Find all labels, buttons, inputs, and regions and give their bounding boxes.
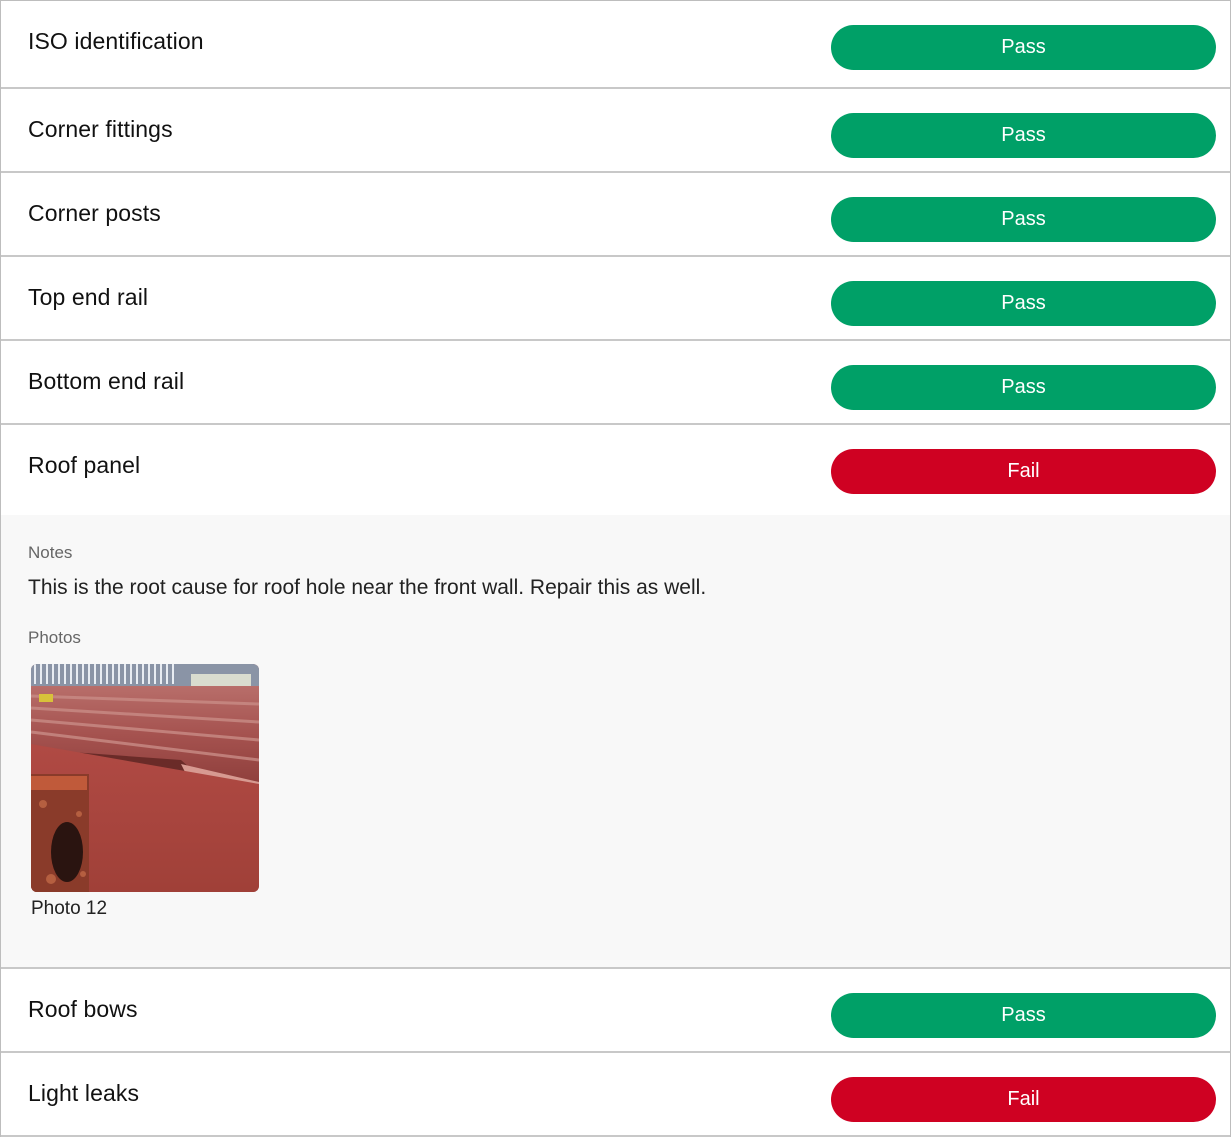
checklist-row-corner-fittings: Corner fittings Pass (1, 89, 1230, 173)
photo-caption: Photo 12 (31, 898, 108, 919)
item-label: Roof bows (28, 996, 138, 1022)
checklist-row-light-leaks: Light leaks Fail (1, 1053, 1230, 1137)
pass-status-button[interactable]: Pass (831, 365, 1216, 410)
roof-panel-header: Roof panel Fail (1, 425, 1230, 515)
pass-status-button[interactable]: Pass (831, 281, 1216, 326)
container-roof-photo-image (31, 664, 259, 892)
checklist-row-roof-bows: Roof bows Pass (1, 969, 1230, 1053)
item-label: Light leaks (28, 1080, 140, 1106)
pass-status-button[interactable]: Pass (831, 197, 1216, 242)
checklist-row-iso-identification: ISO identification Pass (1, 1, 1230, 89)
item-label: Top end rail (28, 284, 149, 310)
fail-status-button[interactable]: Fail (831, 449, 1216, 494)
checklist-row-bottom-end-rail: Bottom end rail Pass (1, 341, 1230, 425)
notes-text: This is the root cause for roof hole nea… (28, 576, 707, 599)
fail-status-button[interactable]: Fail (831, 1077, 1216, 1122)
item-label: Roof panel (28, 452, 141, 478)
photo-thumbnail[interactable] (31, 664, 259, 892)
item-label: Corner posts (28, 200, 161, 226)
inspection-checklist: ISO identification Pass Corner fittings … (0, 0, 1231, 1137)
notes-label: Notes (28, 543, 73, 562)
pass-status-button[interactable]: Pass (831, 113, 1216, 158)
pass-status-button[interactable]: Pass (831, 25, 1216, 70)
item-label: Bottom end rail (28, 368, 185, 394)
photos-label: Photos (28, 628, 81, 647)
item-label: Corner fittings (28, 116, 173, 142)
checklist-row-top-end-rail: Top end rail Pass (1, 257, 1230, 341)
pass-status-button[interactable]: Pass (831, 993, 1216, 1038)
roof-panel-details: Notes This is the root cause for roof ho… (1, 515, 1230, 967)
checklist-row-roof-panel: Roof panel Fail Notes This is the root c… (1, 425, 1230, 969)
checklist-row-corner-posts: Corner posts Pass (1, 173, 1230, 257)
item-label: ISO identification (28, 28, 204, 54)
